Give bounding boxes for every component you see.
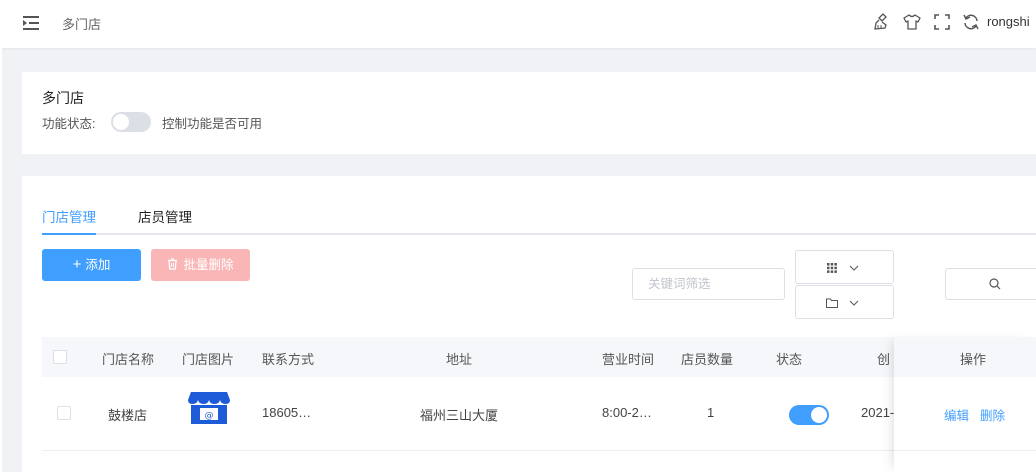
column-header: 店员数量 [681, 352, 734, 367]
store-address: 福州三山大厦 [420, 408, 499, 423]
row-checkbox[interactable] [57, 406, 71, 420]
delete-link[interactable]: 删除 [980, 405, 1005, 424]
keyword-filter-input[interactable]: 关键词筛选 [632, 268, 785, 300]
left-edge [0, 48, 2, 472]
tabs: 门店管理 店员管理 [42, 206, 1036, 235]
batch-delete-label: 批量删除 [183, 258, 234, 272]
theme-shirt-icon[interactable] [903, 13, 921, 31]
add-label: 添加 [85, 258, 111, 272]
top-bar: 多门店 rongshi [0, 0, 1036, 48]
tab-store-management[interactable]: 门店管理 [42, 206, 96, 235]
column-header: 状态 [776, 352, 803, 367]
table-row: 鼓楼店 @ 18605… 福州三山大厦 8:00-2… 1 2021-07- [42, 377, 1036, 451]
feature-toggle[interactable] [111, 112, 151, 132]
svg-text:@: @ [205, 411, 214, 421]
batch-delete-button[interactable]: 批量删除 [151, 249, 250, 281]
store-image-icon: @ [188, 392, 230, 424]
export-dropdown[interactable] [795, 285, 894, 319]
toggle-knob [113, 114, 129, 130]
store-hours: 8:00-2… [602, 405, 652, 420]
column-header: 联系方式 [262, 352, 315, 367]
column-header: 门店图片 [182, 352, 235, 367]
fixed-actions-column: 操作 编辑 删除 [894, 337, 1036, 472]
clear-cache-brush-icon[interactable] [873, 13, 891, 31]
column-header: 门店名称 [102, 352, 155, 367]
menu-fold-icon[interactable] [23, 15, 41, 31]
store-name: 鼓楼店 [108, 408, 148, 423]
tab-staff-management[interactable]: 店员管理 [138, 206, 192, 235]
trash-icon [168, 258, 178, 270]
row-divider [894, 450, 1036, 451]
column-header: 操作 [960, 352, 987, 367]
actions-header-cell: 操作 [894, 337, 1036, 377]
store-status-toggle[interactable] [789, 405, 829, 425]
folder-icon [826, 298, 838, 308]
column-header: 地址 [446, 352, 473, 367]
store-phone: 18605… [262, 405, 312, 420]
edit-link[interactable]: 编辑 [944, 405, 969, 424]
select-all-checkbox[interactable] [53, 350, 67, 364]
status-hint: 控制功能是否可用 [162, 117, 263, 131]
chevron-down-icon [849, 300, 859, 306]
column-header: 创 [877, 352, 891, 367]
fullscreen-icon[interactable] [933, 13, 951, 31]
search-button[interactable] [945, 268, 1036, 300]
store-management-card: 门店管理 店员管理 + 添加 批量删除 关键词筛选 门店名称 门店图片 联系方式… [22, 176, 1036, 472]
chevron-down-icon [849, 265, 859, 271]
user-menu[interactable]: rongshi [987, 14, 1030, 29]
search-icon [989, 278, 1001, 290]
toggle-knob [811, 407, 827, 423]
column-header: 营业时间 [602, 352, 655, 367]
table-header: 门店名称 门店图片 联系方式 地址 营业时间 店员数量 状态 创 [42, 337, 1036, 377]
staff-count: 1 [707, 405, 715, 420]
plus-icon: + [72, 256, 82, 273]
grid-icon [827, 263, 837, 273]
status-label: 功能状态: [42, 117, 96, 131]
add-button[interactable]: + 添加 [42, 249, 141, 281]
feature-status-card: 多门店 功能状态: 控制功能是否可用 [22, 72, 1036, 154]
feature-title: 多门店 [42, 90, 84, 106]
column-settings-dropdown[interactable] [795, 250, 894, 284]
refresh-icon[interactable] [962, 13, 980, 31]
breadcrumb: 多门店 [62, 17, 102, 32]
